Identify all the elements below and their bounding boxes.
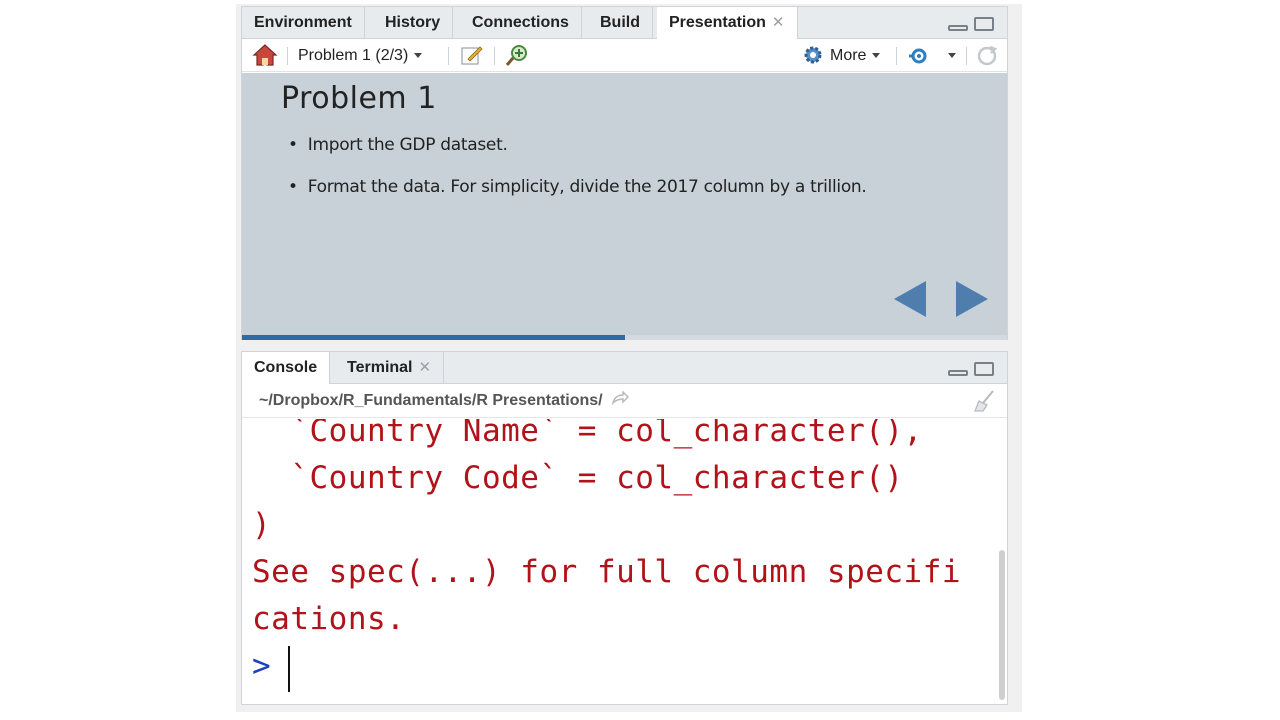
maximize-pane-icon[interactable] xyxy=(974,362,994,376)
working-directory-bar: ~/Dropbox/R_Fundamentals/R Presentations… xyxy=(242,384,1007,418)
toolbar-separator xyxy=(494,47,495,65)
tab-environment[interactable]: Environment xyxy=(242,7,365,39)
slide-selector-dropdown[interactable]: Problem 1 (2/3) xyxy=(298,39,423,72)
slide-bullet: Import the GDP dataset. xyxy=(288,135,867,155)
console-line: cations. xyxy=(252,601,406,637)
slide-bullet: Format the data. For simplicity, divide … xyxy=(288,177,867,197)
home-icon[interactable] xyxy=(252,43,278,69)
tab-label: Build xyxy=(600,14,640,31)
tab-label: Connections xyxy=(472,14,569,31)
close-icon[interactable]: ✕ xyxy=(419,359,432,376)
console-line: `Country Name` = col_character(), xyxy=(252,419,923,449)
tab-console[interactable]: Console xyxy=(242,352,331,385)
next-slide-button[interactable] xyxy=(956,281,988,317)
close-icon[interactable]: ✕ xyxy=(772,14,785,31)
console-output[interactable]: `Country Name` = col_character(), `Count… xyxy=(242,419,995,704)
go-to-directory-icon[interactable] xyxy=(611,384,630,418)
text-cursor xyxy=(288,646,290,692)
chevron-down-icon xyxy=(872,53,881,59)
console-line: See spec(...) for full column specifi xyxy=(252,554,962,590)
toolbar-separator xyxy=(896,47,897,65)
refresh-icon[interactable] xyxy=(976,45,998,67)
zoom-icon[interactable] xyxy=(505,44,529,68)
console-pane: Console Terminal ✕ ~/Dropbox/R_Fundamenta… xyxy=(241,351,1008,705)
tab-build[interactable]: Build xyxy=(588,7,653,39)
clear-console-icon[interactable] xyxy=(971,389,997,418)
edit-slide-icon[interactable] xyxy=(460,44,484,68)
slide-view: Problem 1 Import the GDP dataset. Format… xyxy=(242,73,1007,337)
maximize-pane-icon[interactable] xyxy=(974,17,994,31)
path-text: ~/Dropbox/R_Fundamentals/R Presentations… xyxy=(259,392,603,410)
tab-presentation[interactable]: Presentation ✕ xyxy=(657,7,798,40)
presentation-toolbar: Problem 1 (2/3) More xyxy=(242,39,1007,72)
working-directory-path[interactable]: ~/Dropbox/R_Fundamentals/R Presentations… xyxy=(259,384,630,418)
presentation-pane: Environment History Connections Build Pr… xyxy=(241,6,1008,340)
minimize-pane-icon[interactable] xyxy=(948,25,968,31)
bottom-tabbar: Console Terminal ✕ xyxy=(242,352,1007,385)
previous-slide-button[interactable] xyxy=(894,281,926,317)
console-line: `Country Code` = col_character() xyxy=(252,460,904,496)
tab-label: Presentation xyxy=(669,14,766,31)
console-line: ) xyxy=(252,507,272,543)
slide-progress-bar xyxy=(242,335,1007,340)
tab-history[interactable]: History xyxy=(373,7,454,39)
chevron-down-icon xyxy=(414,53,423,59)
tab-terminal[interactable]: Terminal ✕ xyxy=(335,352,445,384)
slide-progress-fill xyxy=(242,335,625,340)
toolbar-separator xyxy=(287,47,288,65)
top-tabbar: Environment History Connections Build Pr… xyxy=(242,7,1007,40)
minimize-pane-icon[interactable] xyxy=(948,370,968,376)
toolbar-separator xyxy=(966,47,967,65)
slide-bullets: Import the GDP dataset. Format the data.… xyxy=(288,135,867,219)
tab-label: Console xyxy=(254,359,318,376)
chevron-down-icon xyxy=(948,53,956,59)
slide-title: Problem 1 xyxy=(281,81,437,116)
tab-label: Terminal xyxy=(347,359,413,376)
publish-icon[interactable] xyxy=(908,45,934,67)
slide-selector-label: Problem 1 (2/3) xyxy=(298,47,409,64)
tab-connections[interactable]: Connections xyxy=(460,7,582,39)
toolbar-separator xyxy=(448,47,449,65)
publish-dropdown[interactable] xyxy=(942,39,956,72)
more-label: More xyxy=(830,47,867,64)
console-prompt: > xyxy=(252,648,272,684)
console-scrollbar[interactable] xyxy=(999,550,1005,700)
tab-label: History xyxy=(385,14,441,31)
more-dropdown[interactable]: More xyxy=(830,39,881,72)
gear-icon[interactable] xyxy=(802,44,824,68)
tab-label: Environment xyxy=(254,14,352,31)
